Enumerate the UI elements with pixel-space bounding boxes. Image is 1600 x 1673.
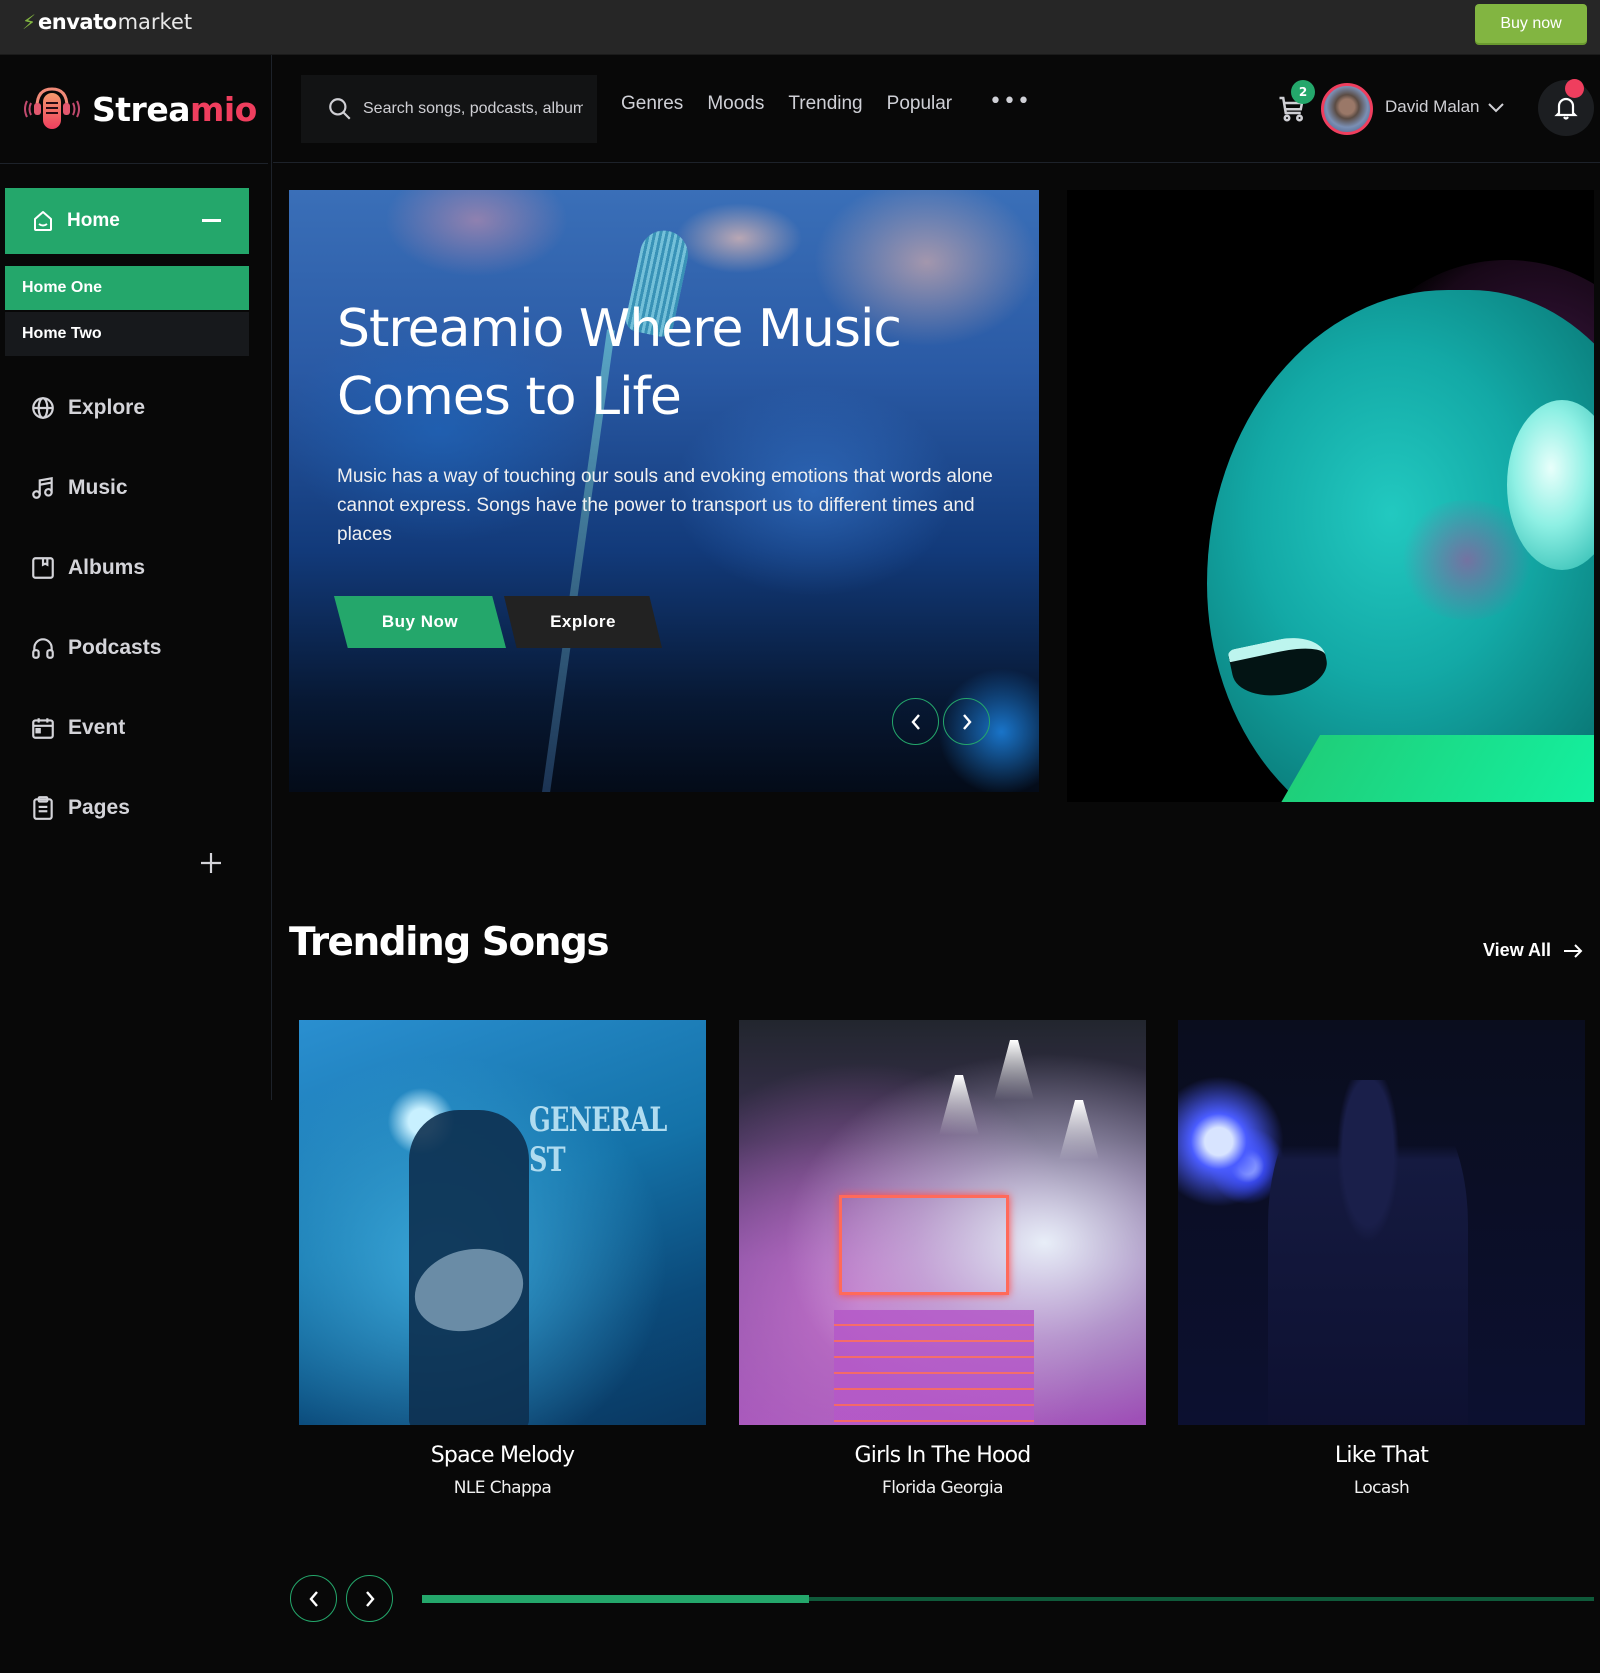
sidebar-item-label: Event [68,716,126,739]
streamio-logo[interactable]: Streamio [22,85,257,133]
main-menu: Genres Moods Trending Popular [621,93,952,115]
podcast-mic-icon [22,85,82,133]
user-avatar[interactable] [1321,83,1373,135]
song-artist: Florida Georgia [882,1478,1003,1498]
search-icon [329,98,351,120]
chevron-left-icon [910,713,920,730]
sidebar-divider [0,163,268,164]
shirt-shape [1273,735,1594,802]
top-navigation: Genres Moods Trending Popular ••• 2 Davi… [273,55,1600,163]
home-icon [34,211,52,231]
hero-explore-button[interactable]: Explore [504,596,662,648]
stage-light [939,1075,979,1135]
globe-icon [32,397,54,419]
envato-brand: envato [38,10,117,34]
collapse-minus-icon[interactable] [202,219,221,222]
sidebar-item-albums[interactable]: Albums [30,555,145,581]
song-title: Space Melody [430,1443,575,1468]
sidebar-item-label: Music [68,476,128,499]
trending-songs-heading: Trending Songs [289,920,610,965]
stage-shape [834,1310,1034,1425]
user-name: David Malan [1385,97,1480,116]
sidebar-subitem-home-one[interactable]: Home One [5,266,249,310]
song-artist: Locash [1353,1478,1410,1498]
song-cover-image: GENERAL ST [299,1020,706,1425]
view-all-label: View All [1483,940,1552,960]
notification-dot [1565,79,1584,98]
music-note-icon [32,476,53,499]
hero-buy-now-button[interactable]: Buy Now [334,596,506,648]
song-card[interactable]: Like That Locash [1178,1020,1585,1498]
hero-side-image [1067,190,1594,802]
bell-icon [1554,97,1578,120]
trending-prev-button[interactable] [290,1575,337,1622]
trending-next-button[interactable] [346,1575,393,1622]
hero-description: Music has a way of touching our souls an… [337,466,993,545]
slider-progress-bar[interactable] [422,1595,1594,1603]
neon-sign-shape [839,1195,1009,1295]
sidebar: Streamio Home Home One Home Two Explore … [0,55,272,1100]
singer-shape [1268,1080,1468,1425]
song-card[interactable]: Girls In The Hood Florida Georgia [739,1020,1146,1498]
slider-progress-fill [422,1595,809,1603]
hero-next-button[interactable] [943,698,990,745]
sidebar-item-home[interactable]: Home [5,188,249,254]
hero-banner: Streamio Where Music Comes to Life Music… [289,190,1039,792]
headphones-icon [32,638,54,659]
sidebar-item-label: Podcasts [68,636,162,659]
chevron-right-icon [962,713,972,730]
menu-genres[interactable]: Genres [621,93,683,115]
chevron-down-icon [1487,103,1504,113]
chevron-right-icon [365,1590,375,1607]
cart-count-badge: 2 [1291,80,1315,104]
sidebar-subitem-home-two[interactable]: Home Two [5,312,249,356]
song-title: Like That [1334,1443,1429,1468]
more-options-icon[interactable]: ••• [989,89,1031,114]
stage-light [1059,1100,1099,1160]
hero-prev-button[interactable] [892,698,939,745]
album-icon [32,557,54,579]
clipboard-icon [33,796,53,820]
search-box[interactable] [301,75,597,143]
sidebar-item-podcasts[interactable]: Podcasts [30,635,161,661]
venue-sign-text: GENERAL ST [529,1100,667,1180]
sidebar-item-label: Albums [68,556,146,579]
envato-buy-now-button[interactable]: Buy now [1475,4,1587,43]
chevron-left-icon [308,1590,318,1607]
user-menu[interactable]: David Malan [1385,97,1505,117]
sidebar-item-explore[interactable]: Explore [30,395,145,421]
sidebar-item-label: Explore [68,396,146,419]
sidebar-item-event[interactable]: Event [30,715,125,741]
menu-moods[interactable]: Moods [707,93,764,115]
envato-market-bar: ⚡ envato market Buy now [0,0,1600,55]
arrow-right-icon [1564,943,1583,958]
menu-popular[interactable]: Popular [887,93,953,115]
song-title: Girls In The Hood [854,1443,1032,1468]
expand-plus-icon[interactable] [200,852,222,874]
sidebar-item-label: Pages [68,796,130,819]
song-card[interactable]: GENERAL ST Space Melody NLE Chappa [299,1020,706,1498]
envato-market-label: market [117,10,193,34]
menu-trending[interactable]: Trending [788,93,862,115]
hero-title: Streamio Where Music Comes to Life [337,299,902,427]
calendar-icon [32,718,54,739]
view-all-link[interactable]: View All [1483,940,1583,961]
sidebar-item-label: Home [67,210,120,231]
song-artist: NLE Chappa [453,1478,552,1498]
streamio-wordmark: Streamio [92,89,257,129]
envato-logo[interactable]: ⚡ envato market [22,10,192,34]
song-cover-image [1178,1020,1585,1425]
search-input[interactable] [363,100,583,118]
song-cover-image [739,1020,1146,1425]
sidebar-item-music[interactable]: Music [30,475,128,501]
leaf-bolt-icon: ⚡ [22,10,37,34]
stage-light [994,1040,1034,1100]
sidebar-item-pages[interactable]: Pages [30,795,130,821]
